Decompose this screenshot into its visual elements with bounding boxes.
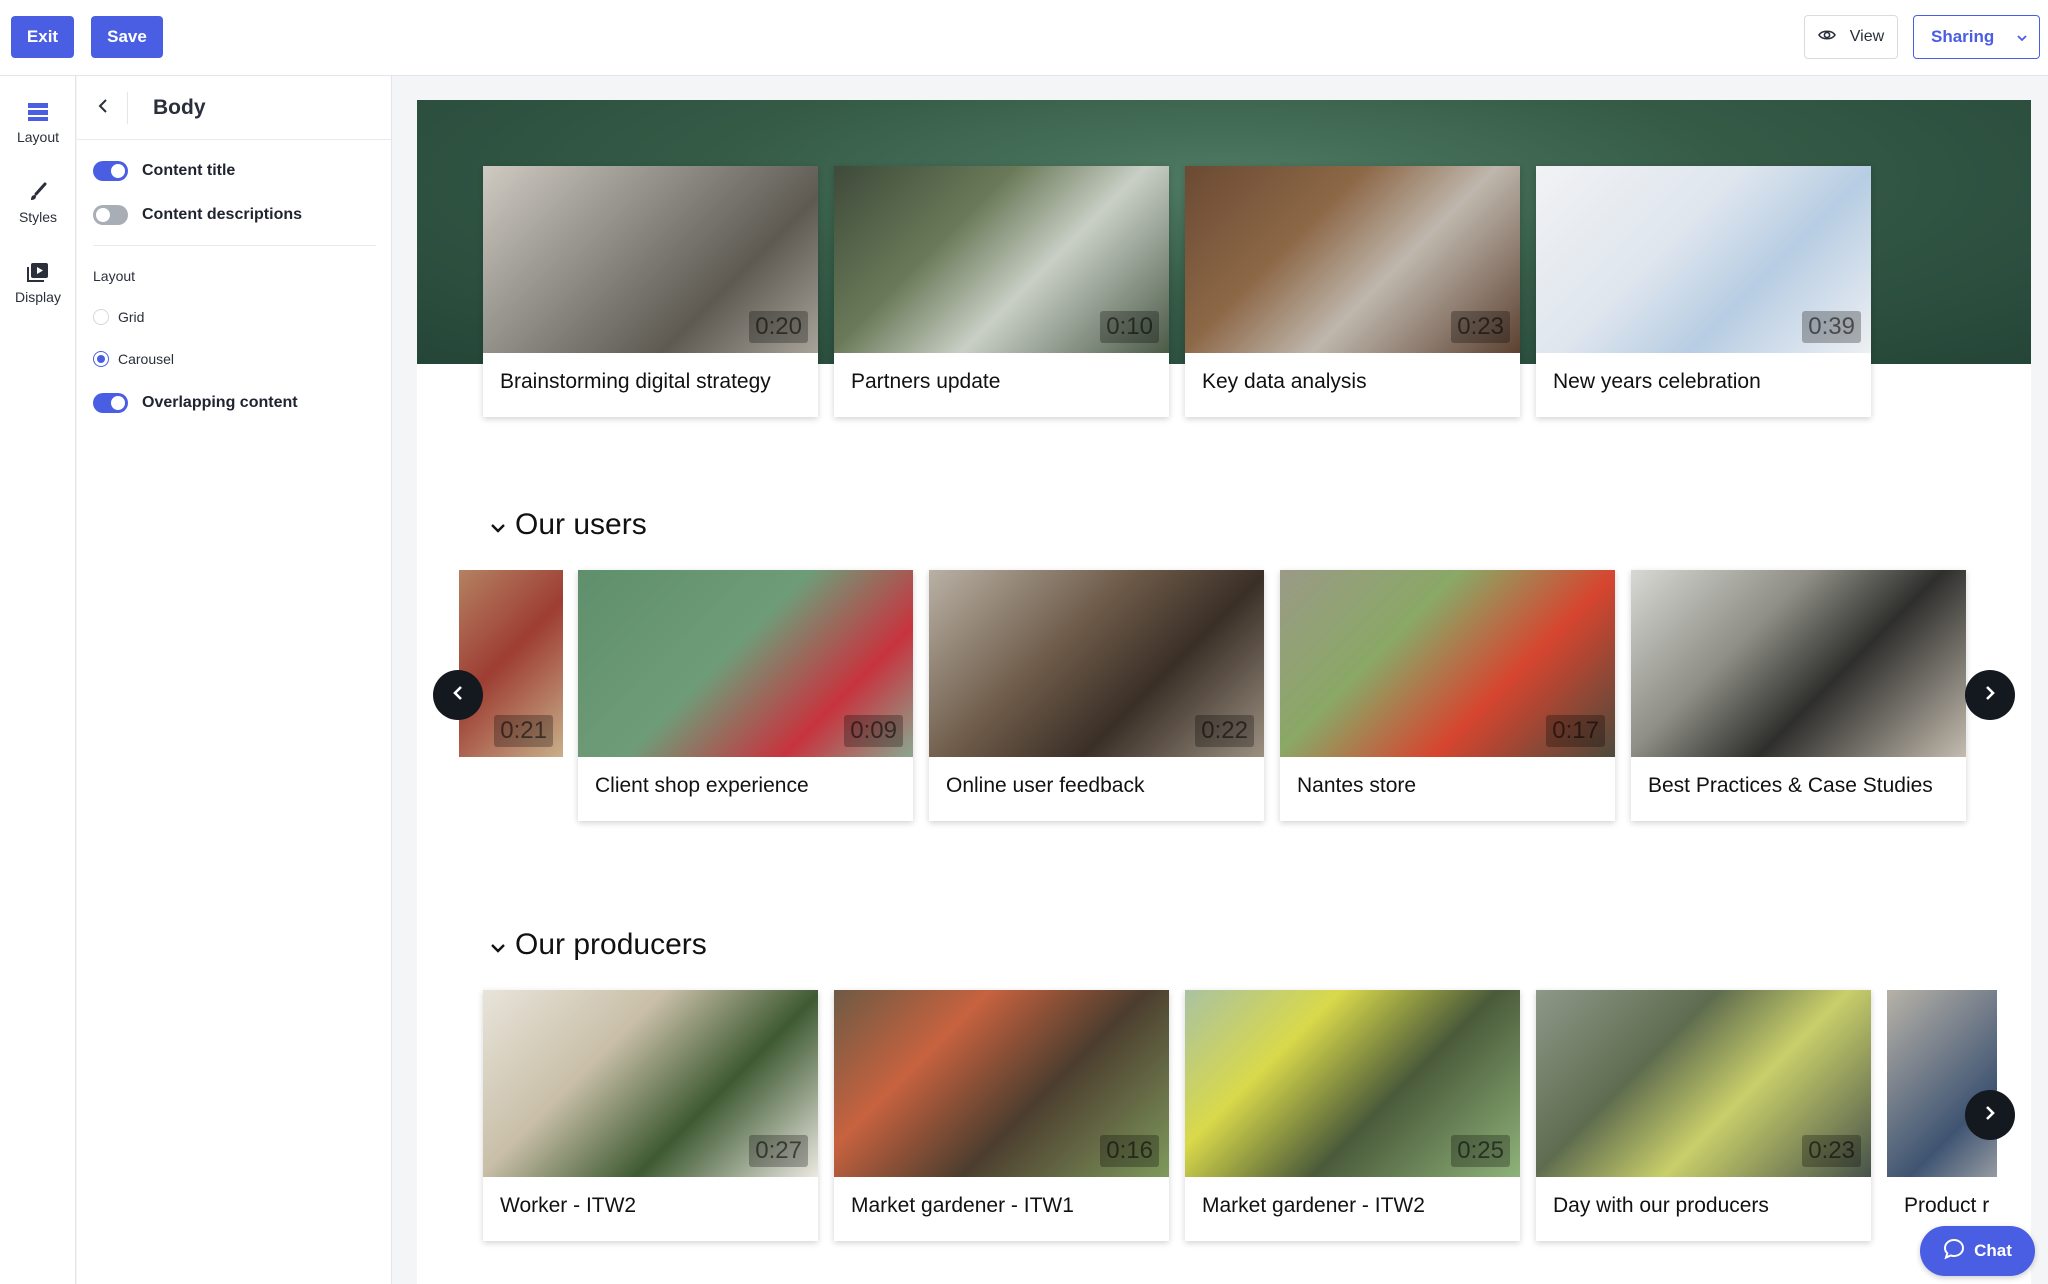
duration-badge: 0:39	[1802, 311, 1861, 343]
content-descriptions-toggle[interactable]	[93, 205, 128, 225]
chevron-down-icon	[489, 928, 507, 962]
divider	[127, 92, 128, 124]
video-card[interactable]: 0:10 Partners update	[834, 166, 1169, 417]
carousel-next-button[interactable]	[1965, 1090, 2015, 1140]
section-heading-users[interactable]: Our users	[489, 508, 647, 542]
video-card[interactable]: 0:23 Key data analysis	[1185, 166, 1520, 417]
save-button[interactable]: Save	[91, 16, 163, 58]
radio-carousel[interactable]	[93, 351, 109, 367]
content-descriptions-label: Content descriptions	[142, 206, 303, 223]
chevron-left-icon	[97, 98, 109, 119]
overlapping-toggle-row[interactable]: Overlapping content	[93, 393, 298, 413]
duration-badge: 0:23	[1802, 1135, 1861, 1167]
layout-section-label: Layout	[93, 268, 136, 284]
rail-item-label: Display	[15, 289, 61, 305]
card-title: Market gardener - ITW1	[851, 1194, 1074, 1217]
card-title: Online user feedback	[946, 774, 1145, 797]
rail-item-layout[interactable]: Layout	[0, 102, 76, 164]
exit-button[interactable]: Exit	[11, 16, 74, 58]
rail-item-label: Layout	[16, 129, 60, 145]
video-card[interactable]: 0:17 Nantes store	[1280, 570, 1615, 821]
view-button[interactable]: View	[1804, 15, 1898, 59]
brush-icon	[27, 182, 49, 202]
panel-title: Body	[153, 96, 206, 119]
duration-badge: 0:10	[1100, 311, 1159, 343]
video-card[interactable]: Best Practices & Case Studies	[1631, 570, 1966, 821]
sharing-dropdown[interactable]: Sharing	[1913, 15, 2040, 59]
duration-badge: 0:21	[494, 715, 553, 747]
display-icon	[27, 262, 49, 282]
video-card[interactable]: 0:25 Market gardener - ITW2	[1185, 990, 1520, 1241]
layout-option-grid[interactable]: Grid	[93, 309, 144, 325]
panel-header: Body	[77, 76, 392, 140]
content-descriptions-toggle-row[interactable]: Content descriptions	[93, 205, 302, 225]
back-button[interactable]	[91, 96, 115, 120]
section-title: Our users	[515, 508, 647, 541]
radio-label: Grid	[118, 309, 145, 325]
duration-badge: 0:09	[844, 715, 903, 747]
video-card[interactable]: 0:39 New years celebration	[1536, 166, 1871, 417]
duration-badge: 0:23	[1451, 311, 1510, 343]
card-title: Partners update	[851, 370, 1001, 393]
layout-option-carousel[interactable]: Carousel	[93, 351, 174, 367]
view-label: View	[1849, 28, 1885, 45]
rail-item-styles[interactable]: Styles	[0, 182, 76, 244]
card-title: Brainstorming digital strategy	[500, 370, 771, 393]
video-card[interactable]: 0:23 Day with our producers	[1536, 990, 1871, 1241]
settings-panel: Body Content title Content descriptions …	[77, 76, 392, 1284]
preview-canvas: 0:20 Brainstorming digital strategy 0:10…	[417, 100, 2031, 1284]
video-card[interactable]: 0:22 Online user feedback	[929, 570, 1264, 821]
sharing-label: Sharing	[1931, 27, 1995, 46]
duration-badge: 0:16	[1100, 1135, 1159, 1167]
chat-bubble-icon	[1943, 1238, 1965, 1265]
carousel-prev-button[interactable]	[433, 670, 483, 720]
duration-badge: 0:27	[749, 1135, 808, 1167]
chevron-left-icon	[451, 684, 465, 707]
content-title-label: Content title	[142, 162, 236, 179]
card-title: Market gardener - ITW2	[1202, 1194, 1425, 1217]
video-card[interactable]: 0:27 Worker - ITW2	[483, 990, 818, 1241]
rail-item-label: Styles	[18, 209, 58, 225]
chevron-right-icon	[1983, 1104, 1997, 1127]
duration-badge: 0:22	[1195, 715, 1254, 747]
chevron-down-icon	[2016, 27, 2028, 47]
radio-grid[interactable]	[93, 309, 109, 325]
duration-badge: 0:25	[1451, 1135, 1510, 1167]
radio-label: Carousel	[118, 351, 175, 367]
video-card[interactable]: 0:16 Market gardener - ITW1	[834, 990, 1169, 1241]
eye-icon	[1817, 28, 1836, 47]
card-title: Client shop experience	[595, 774, 809, 797]
card-title: Worker - ITW2	[500, 1194, 637, 1217]
video-thumbnail	[1631, 570, 1966, 757]
divider	[93, 245, 376, 246]
duration-badge: 0:20	[749, 311, 808, 343]
video-thumbnail	[1887, 990, 1997, 1177]
card-title: New years celebration	[1553, 370, 1761, 393]
content-title-toggle[interactable]	[93, 161, 128, 181]
content-title-toggle-row[interactable]: Content title	[93, 161, 235, 181]
card-title: Nantes store	[1297, 774, 1417, 797]
section-title: Our producers	[515, 928, 707, 961]
card-title: Day with our producers	[1553, 1194, 1769, 1217]
video-card[interactable]: 0:09 Client shop experience	[578, 570, 913, 821]
section-heading-producers[interactable]: Our producers	[489, 928, 707, 962]
top-toolbar: Exit Save View Sharing	[0, 0, 2048, 76]
video-card[interactable]: 0:20 Brainstorming digital strategy	[483, 166, 818, 417]
card-title: Best Practices & Case Studies	[1648, 774, 1933, 797]
chat-label: Chat	[1974, 1241, 2012, 1260]
layout-icon	[27, 102, 49, 122]
rail-item-display[interactable]: Display	[0, 262, 76, 324]
overlapping-label: Overlapping content	[142, 394, 298, 411]
chat-button[interactable]: Chat	[1920, 1226, 2035, 1276]
card-title: Key data analysis	[1202, 370, 1367, 393]
duration-badge: 0:17	[1546, 715, 1605, 747]
side-rail: Layout Styles Display	[0, 76, 76, 1284]
overlapping-toggle[interactable]	[93, 393, 128, 413]
carousel-next-button[interactable]	[1965, 670, 2015, 720]
chevron-down-icon	[489, 508, 507, 542]
chevron-right-icon	[1983, 684, 1997, 707]
card-title: Product r	[1904, 1194, 1990, 1217]
